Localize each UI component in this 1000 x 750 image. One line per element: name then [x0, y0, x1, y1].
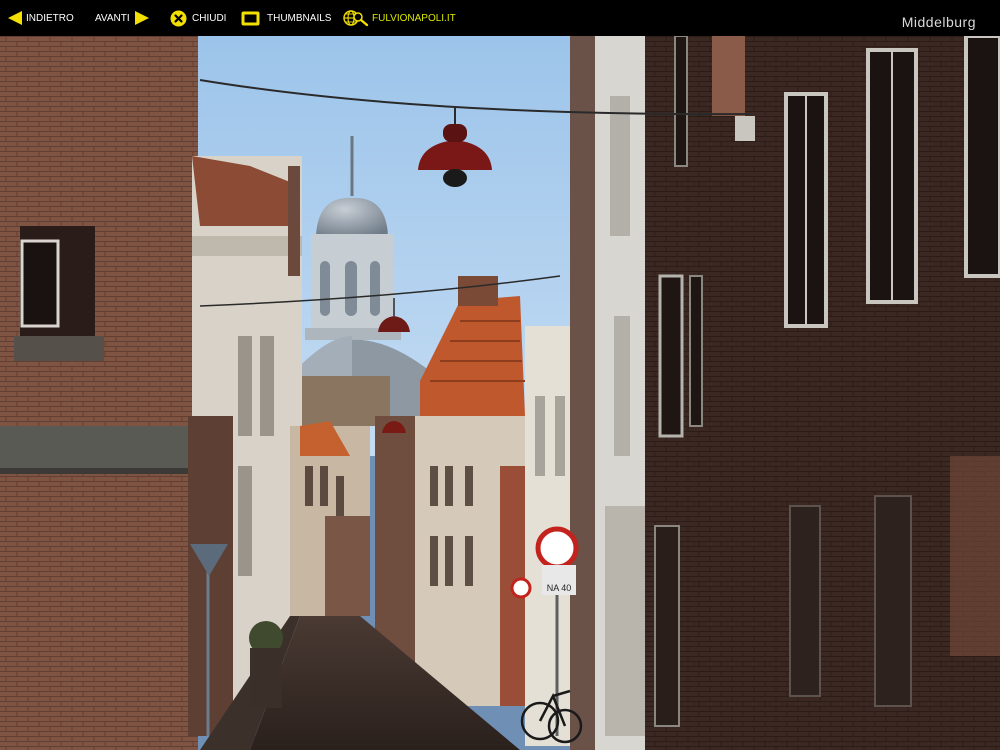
close-label: CHIUDI [192, 12, 227, 24]
next-button[interactable]: AVANTI [95, 0, 150, 36]
site-link[interactable]: FULVIONAPOLI.IT [343, 0, 456, 36]
next-label: AVANTI [95, 12, 130, 24]
close-circle-icon [170, 10, 187, 27]
close-button[interactable]: CHIUDI [170, 0, 226, 36]
site-label: FULVIONAPOLI.IT [372, 12, 456, 24]
thumbnails-icon [241, 11, 260, 26]
arrow-right-icon [134, 10, 150, 26]
left-brick-building [0, 36, 200, 750]
globe-search-icon [343, 9, 369, 27]
top-toolbar: INDIETRO AVANTI CHIUDI THUMBNAILS FULVIO… [0, 0, 1000, 36]
right-building-row [570, 36, 1000, 750]
thumbnails-button[interactable]: THUMBNAILS [241, 0, 331, 36]
street-scene-image: NA 40 [0, 36, 1000, 750]
street-photo: NA 40 [0, 36, 1000, 750]
sign-text: NA 40 [547, 583, 572, 593]
distant-houses [290, 421, 370, 616]
prev-label: INDIETRO [26, 12, 74, 24]
arrow-left-icon [7, 10, 23, 26]
thumbnails-label: THUMBNAILS [267, 12, 332, 24]
prev-button[interactable]: INDIETRO [7, 0, 74, 36]
